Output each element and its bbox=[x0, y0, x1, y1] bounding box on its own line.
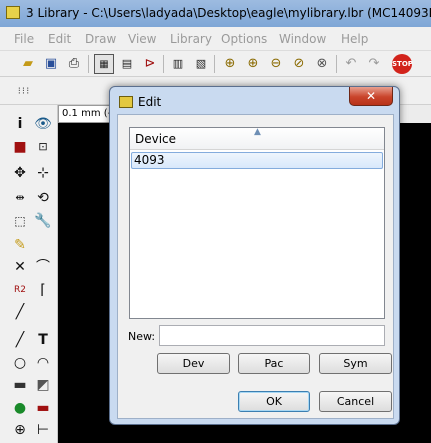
close-button[interactable]: ✕ bbox=[349, 87, 393, 106]
ok-button[interactable]: OK bbox=[238, 391, 310, 412]
menu-file[interactable]: File bbox=[14, 32, 34, 46]
save-icon[interactable]: ▣ bbox=[41, 54, 61, 74]
display-icon[interactable]: ■ bbox=[11, 138, 29, 156]
zoom-redraw-icon[interactable]: ⊘ bbox=[289, 54, 309, 74]
zoom-in-icon[interactable]: ⊕ bbox=[243, 54, 263, 74]
group-icon[interactable]: ⬚ bbox=[11, 212, 29, 230]
command-toolbox: i 👁 ■ ⊡ ✥ ⊹ ⇹ ⟲ ⬚ 🔧 ✎ ✕ ⌒ R2 ⌈ ╱ ╱ T ○ ◠… bbox=[0, 105, 58, 443]
list-header[interactable]: ▲ Device bbox=[130, 127, 384, 150]
mirror-icon[interactable]: ⇹ bbox=[11, 189, 29, 207]
new-label: New: bbox=[128, 330, 156, 343]
add-icon[interactable]: ⌒ bbox=[34, 258, 52, 276]
paste-icon[interactable]: ✎ bbox=[11, 236, 29, 254]
wire-icon[interactable]: ╱ bbox=[11, 331, 29, 349]
sym-button[interactable]: Sym bbox=[319, 353, 392, 374]
name-icon[interactable]: R2 bbox=[11, 281, 29, 299]
polygon-icon[interactable]: ◩ bbox=[34, 376, 52, 394]
move-icon[interactable]: ✥ bbox=[11, 164, 29, 182]
menu-options[interactable]: Options bbox=[221, 32, 267, 46]
arc-icon[interactable]: ◠ bbox=[34, 354, 52, 372]
menu-draw[interactable]: Draw bbox=[85, 32, 116, 46]
device-list[interactable]: ▲ Device 4093 bbox=[129, 127, 385, 319]
new-input[interactable] bbox=[159, 325, 385, 346]
dimension-icon[interactable]: ⊢ bbox=[34, 421, 52, 439]
split-icon[interactable]: ╱ bbox=[11, 303, 29, 321]
symbol-icon[interactable]: ⊳ bbox=[140, 54, 160, 74]
zoom-fit-icon[interactable]: ⊕ bbox=[220, 54, 240, 74]
rotate-icon[interactable]: ⟲ bbox=[34, 189, 52, 207]
info-icon[interactable]: i bbox=[11, 115, 29, 133]
zoom-select-icon[interactable]: ⊗ bbox=[312, 54, 332, 74]
mark-icon[interactable]: ⊡ bbox=[34, 138, 52, 156]
menu-bar: File Edit Draw View Library Options Wind… bbox=[0, 27, 431, 51]
eagle-window: 3 Library - C:\Users\ladyada\Desktop\eag… bbox=[0, 0, 431, 443]
via-icon[interactable]: ● bbox=[11, 399, 29, 417]
main-toolbar: ▰ ▣ ⎙ ▦ ▤ ⊳ ▥ ▧ ⊕ ⊕ ⊖ ⊘ ⊗ ↶ ↷ STOP bbox=[0, 51, 431, 77]
cancel-button[interactable]: Cancel bbox=[319, 391, 392, 412]
menu-window[interactable]: Window bbox=[279, 32, 326, 46]
dev-button[interactable]: Dev bbox=[157, 353, 230, 374]
change-icon[interactable]: 🔧 bbox=[34, 212, 52, 230]
open-icon[interactable]: ▰ bbox=[18, 54, 38, 74]
pac-button[interactable]: Pac bbox=[238, 353, 310, 374]
sort-arrow-icon: ▲ bbox=[254, 127, 261, 137]
menu-library[interactable]: Library bbox=[170, 32, 212, 46]
rect-icon[interactable]: ▬ bbox=[11, 376, 29, 394]
board-icon[interactable]: ▦ bbox=[94, 54, 114, 74]
circle-icon[interactable]: ○ bbox=[11, 354, 29, 372]
dialog-title: Edit bbox=[138, 95, 162, 109]
redo-icon[interactable]: ↷ bbox=[364, 54, 384, 74]
smd-icon[interactable]: ▬ bbox=[34, 399, 52, 417]
app-icon bbox=[6, 6, 20, 19]
undo-icon[interactable]: ↶ bbox=[341, 54, 361, 74]
show-icon[interactable]: 👁 bbox=[34, 115, 52, 133]
delete-icon[interactable]: ✕ bbox=[11, 258, 29, 276]
dialog-body: ▲ Device 4093 New: Dev Pac Sym OK Cancel bbox=[117, 114, 394, 419]
copy-icon[interactable]: ⊹ bbox=[34, 164, 52, 182]
title-bar: 3 Library - C:\Users\ladyada\Desktop\eag… bbox=[0, 0, 431, 27]
stop-icon[interactable]: STOP bbox=[392, 54, 413, 74]
dialog-icon bbox=[119, 96, 133, 108]
edit-dialog: Edit ✕ ▲ Device 4093 New: Dev Pac Sym OK… bbox=[109, 86, 400, 425]
coordinate-display: 0.1 mm (- bbox=[58, 105, 110, 123]
hole-icon[interactable]: ⊕ bbox=[11, 421, 29, 439]
grid-icon[interactable]: ⁝⁝⁝ bbox=[14, 82, 34, 102]
text-icon[interactable]: T bbox=[34, 331, 52, 349]
print-icon[interactable]: ⎙ bbox=[64, 54, 84, 74]
script-icon[interactable]: ▥ bbox=[168, 54, 188, 74]
menu-help[interactable]: Help bbox=[341, 32, 368, 46]
window-title: 3 Library - C:\Users\ladyada\Desktop\eag… bbox=[26, 6, 431, 20]
menu-view[interactable]: View bbox=[128, 32, 156, 46]
menu-edit[interactable]: Edit bbox=[48, 32, 71, 46]
miter-icon[interactable]: ⌈ bbox=[34, 281, 52, 299]
package-icon[interactable]: ▤ bbox=[117, 54, 137, 74]
zoom-out-icon[interactable]: ⊖ bbox=[266, 54, 286, 74]
run-icon[interactable]: ▧ bbox=[191, 54, 211, 74]
list-item[interactable]: 4093 bbox=[131, 152, 383, 169]
